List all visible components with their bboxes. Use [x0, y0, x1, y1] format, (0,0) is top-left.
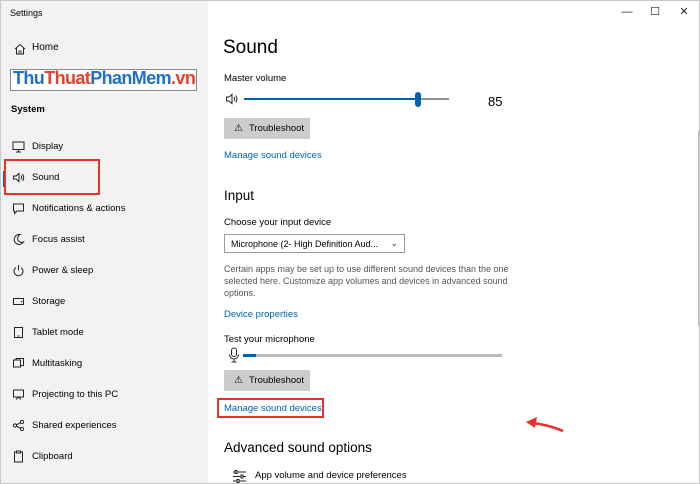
sidebar-item-storage[interactable]: Storage	[1, 290, 208, 314]
sidebar-home[interactable]: Home	[1, 37, 208, 61]
troubleshoot-label: Troubleshoot	[248, 123, 305, 134]
speaker-icon[interactable]	[225, 92, 241, 106]
tablet-icon	[14, 327, 23, 338]
manage-sound-devices-link[interactable]: Manage sound devices	[224, 150, 322, 161]
input-device-value: Microphone (2- High Definition Aud...	[231, 239, 379, 249]
share-icon	[12, 419, 25, 432]
sidebar-item-label: Notifications & actions	[32, 203, 126, 214]
master-volume-value: 85	[488, 94, 503, 109]
sidebar-item-label: Shared experiences	[32, 420, 117, 431]
sidebar-section-label: System	[11, 104, 45, 115]
sidebar-item-multitasking[interactable]: Multitasking	[1, 352, 208, 376]
sidebar-item-projecting[interactable]: Projecting to this PC	[1, 383, 208, 407]
warning-icon: ⚠	[234, 375, 243, 386]
monitor-icon	[12, 141, 25, 153]
power-icon	[13, 265, 24, 277]
warning-icon: ⚠	[234, 123, 243, 134]
page-title: Sound	[223, 37, 278, 58]
input-description: Certain apps may be set up to use differ…	[224, 264, 509, 298]
sidebar: Settings Home ThuThuatPhanMem.vn System …	[1, 1, 208, 483]
sliders-icon	[233, 470, 246, 483]
sidebar-item-clipboard[interactable]: Clipboard	[1, 445, 208, 469]
sidebar-item-label: Power & sleep	[32, 265, 94, 276]
notification-icon	[13, 203, 24, 215]
sidebar-home-label: Home	[32, 42, 59, 53]
sidebar-item-shared-experiences[interactable]: Shared experiences	[1, 414, 208, 438]
sidebar-item-label: Tablet mode	[32, 327, 84, 338]
sidebar-item-label: Focus assist	[32, 234, 85, 245]
input-heading: Input	[224, 188, 255, 203]
input-device-select[interactable]: Microphone (2- High Definition Aud... ⌄	[224, 234, 405, 253]
settings-window: Settings Home ThuThuatPhanMem.vn System …	[0, 0, 700, 484]
sidebar-item-tablet-mode[interactable]: Tablet mode	[1, 321, 208, 345]
highlight-box-sound	[4, 159, 100, 195]
projector-icon	[13, 389, 24, 400]
troubleshoot-label: Troubleshoot	[248, 375, 305, 386]
sidebar-item-label: Clipboard	[32, 451, 73, 462]
input-device-label: Choose your input device	[224, 217, 332, 228]
storage-icon	[13, 298, 24, 305]
master-volume-label: Master volume	[224, 73, 287, 84]
troubleshoot-button[interactable]: ⚠ Troubleshoot	[224, 118, 310, 139]
test-microphone-label: Test your microphone	[224, 334, 315, 345]
moon-icon	[13, 233, 25, 245]
clipboard-icon	[14, 450, 23, 463]
sidebar-item-notifications[interactable]: Notifications & actions	[1, 197, 208, 221]
sidebar-item-label: Projecting to this PC	[32, 389, 119, 400]
master-volume-thumb[interactable]	[415, 92, 421, 107]
home-icon	[14, 43, 26, 55]
master-volume-fill	[244, 98, 418, 100]
red-arrow-annotation	[526, 417, 564, 433]
watermark-logo: ThuThuatPhanMem.vn	[13, 68, 196, 88]
device-properties-link[interactable]: Device properties	[224, 309, 298, 320]
sidebar-item-power[interactable]: Power & sleep	[1, 259, 208, 283]
main-content: Sound Master volume 85 ⚠ Troubleshoot Ma…	[208, 1, 699, 483]
advanced-sound-heading: Advanced sound options	[224, 440, 372, 455]
app-volume-preferences-link[interactable]: App volume and device preferences	[255, 470, 407, 481]
highlight-box-manage	[217, 398, 324, 418]
microphone-icon	[229, 347, 239, 363]
sidebar-item-label: Multitasking	[32, 358, 83, 369]
sidebar-item-display[interactable]: Display	[1, 135, 208, 159]
app-title: Settings	[10, 8, 43, 18]
troubleshoot-button-input[interactable]: ⚠ Troubleshoot	[224, 370, 310, 391]
sidebar-item-focus-assist[interactable]: Focus assist	[1, 228, 208, 252]
microphone-level-fill	[243, 354, 256, 357]
microphone-level-track	[243, 354, 502, 357]
sidebar-item-label: Display	[32, 141, 64, 152]
sidebar-item-label: Storage	[32, 296, 66, 307]
multitasking-icon	[13, 358, 24, 368]
chevron-down-icon: ⌄	[390, 238, 398, 248]
